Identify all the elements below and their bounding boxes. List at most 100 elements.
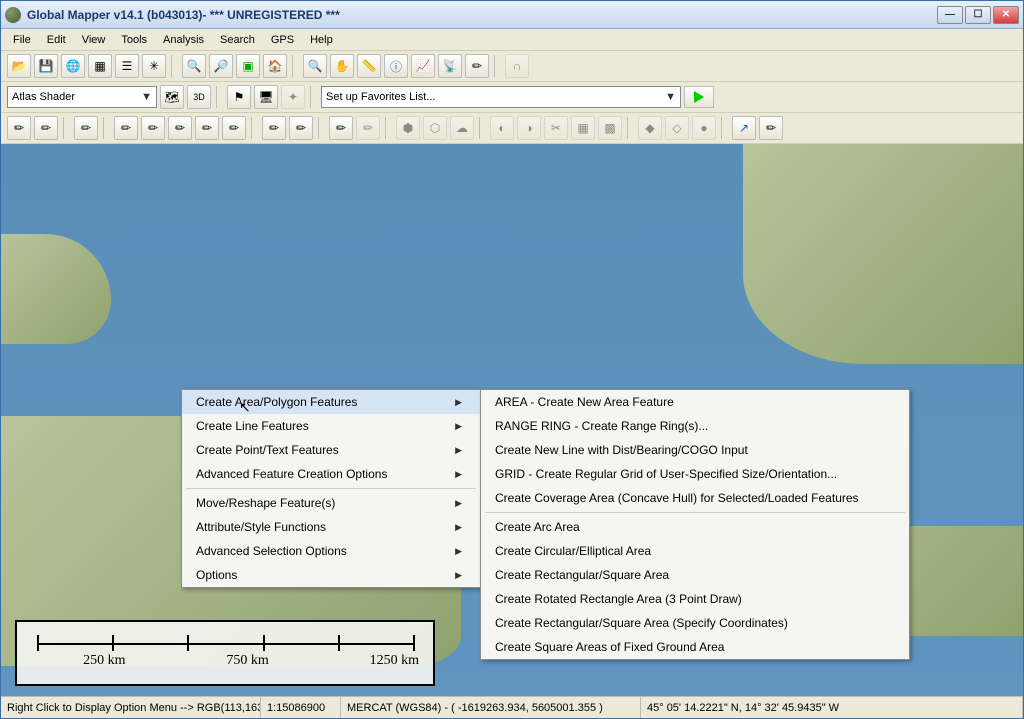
menu-view[interactable]: View <box>74 31 114 49</box>
dig-tool-8[interactable]: ✏ <box>222 116 246 140</box>
save-button[interactable]: 💾 <box>34 54 58 78</box>
ruler-icon: 📏 <box>362 59 377 73</box>
pan-button[interactable]: ✋ <box>330 54 354 78</box>
dig-dis-12: ● <box>692 116 716 140</box>
floppy-icon: 💾 <box>39 59 54 73</box>
minimize-button[interactable]: — <box>937 6 963 24</box>
close-button[interactable]: ✕ <box>993 6 1019 24</box>
3d-button[interactable]: 3D <box>187 85 211 109</box>
sub-square-fixed[interactable]: Create Square Areas of Fixed Ground Area <box>481 635 909 659</box>
zoom-full-button[interactable]: ▣ <box>236 54 260 78</box>
maximize-button[interactable]: ☐ <box>965 6 991 24</box>
ctx-create-point[interactable]: Create Point/Text Features▶ <box>182 438 480 462</box>
submenu-arrow-icon: ▶ <box>455 498 462 509</box>
play-button[interactable] <box>684 86 714 108</box>
sub-rotated-rect[interactable]: Create Rotated Rectangle Area (3 Point D… <box>481 587 909 611</box>
flag-icon: ⚑ <box>234 90 245 104</box>
dig-dis-1: ✏ <box>356 116 380 140</box>
menu-edit[interactable]: Edit <box>39 31 74 49</box>
favorites-value: Set up Favorites List... <box>326 91 435 103</box>
dig-tool-5[interactable]: ✏ <box>141 116 165 140</box>
antenna-icon: 📡 <box>443 59 458 73</box>
monitor-button[interactable]: 🖥 <box>254 85 278 109</box>
ctx-advanced-selection[interactable]: Advanced Selection Options▶ <box>182 539 480 563</box>
open-button[interactable]: 📂 <box>7 54 31 78</box>
monitor-icon: 🖥 <box>258 90 273 104</box>
globe-button[interactable]: 🌐 <box>61 54 85 78</box>
pencil-line-icon: ✏ <box>41 121 51 135</box>
grey-icon: ▦ <box>577 121 588 135</box>
measure-button[interactable]: 📏 <box>357 54 381 78</box>
submenu-arrow-icon: ▶ <box>455 570 462 581</box>
sub-rect-coords[interactable]: Create Rectangular/Square Area (Specify … <box>481 611 909 635</box>
submenu-arrow-icon: ▶ <box>455 421 462 432</box>
dig-tool-1[interactable]: ✏ <box>7 116 31 140</box>
dig-tool-arrow[interactable]: ↗ <box>732 116 756 140</box>
zoom-out-button[interactable]: 🔎 <box>209 54 233 78</box>
ctx-move-reshape[interactable]: Move/Reshape Feature(s)▶ <box>182 491 480 515</box>
dropdown-arrow-icon: ▼ <box>661 91 676 103</box>
land-mass <box>743 144 1023 364</box>
terrain-button[interactable]: 🗺 <box>160 85 184 109</box>
arrow-icon: ↗ <box>739 121 749 135</box>
toolbar-digitize: ✏ ✏ ✏ ✏ ✏ ✏ ✏ ✏ ✏ ✏ ✏ ✏ ⬢ ⬡ ☁ ◐ ◑ ✂ ▦ ▩ … <box>1 113 1023 144</box>
menu-search[interactable]: Search <box>212 31 263 49</box>
dig-tool-last[interactable]: ✏ <box>759 116 783 140</box>
toolbar-shader: Atlas Shader ▼ 🗺 3D ⚑ 🖥 ✦ Set up Favorit… <box>1 82 1023 113</box>
chart-button[interactable]: 📈 <box>411 54 435 78</box>
separator <box>721 117 727 139</box>
menu-file[interactable]: File <box>5 31 39 49</box>
print-button[interactable]: ▦ <box>88 54 112 78</box>
flag-button[interactable]: ⚑ <box>227 85 251 109</box>
grey-icon: ⬢ <box>403 121 413 135</box>
scale-bar: . 250 km . 750 km . 1250 km <box>15 620 435 686</box>
sub-circular[interactable]: Create Circular/Elliptical Area <box>481 539 909 563</box>
dig-tool-6[interactable]: ✏ <box>168 116 192 140</box>
zoom-sel-button[interactable]: 🔍 <box>303 54 327 78</box>
ctx-options[interactable]: Options▶ <box>182 563 480 587</box>
antenna-button[interactable]: 📡 <box>438 54 462 78</box>
layers-button[interactable]: ☰ <box>115 54 139 78</box>
sub-cogo[interactable]: Create New Line with Dist/Bearing/COGO I… <box>481 438 909 462</box>
menu-tools[interactable]: Tools <box>113 31 155 49</box>
dig-tool-11[interactable]: ✏ <box>329 116 353 140</box>
dig-tool-10[interactable]: ✏ <box>289 116 313 140</box>
pencil-button[interactable]: ✏ <box>465 54 489 78</box>
separator <box>103 117 109 139</box>
pencil-rect-icon: ✏ <box>14 121 24 135</box>
menu-separator <box>485 512 905 513</box>
dig-tool-2[interactable]: ✏ <box>34 116 58 140</box>
dig-tool-9[interactable]: ✏ <box>262 116 286 140</box>
sub-range-ring[interactable]: RANGE RING - Create Range Ring(s)... <box>481 414 909 438</box>
sub-area-new[interactable]: AREA - Create New Area Feature <box>481 390 909 414</box>
map-viewport[interactable]: Create Area/Polygon Features▶ Create Lin… <box>1 144 1023 696</box>
dig-tool-3[interactable]: ✏ <box>74 116 98 140</box>
context-submenu: AREA - Create New Area Feature RANGE RIN… <box>480 389 910 660</box>
favorites-combo[interactable]: Set up Favorites List... ▼ <box>321 86 681 108</box>
pencil-circle-icon: ✏ <box>202 121 212 135</box>
sub-coverage[interactable]: Create Coverage Area (Concave Hull) for … <box>481 486 909 510</box>
sub-arc[interactable]: Create Arc Area <box>481 515 909 539</box>
info-button[interactable]: ⓘ <box>384 54 408 78</box>
ctx-create-line[interactable]: Create Line Features▶ <box>182 414 480 438</box>
menu-analysis[interactable]: Analysis <box>155 31 212 49</box>
dig-tool-7[interactable]: ✏ <box>195 116 219 140</box>
ctx-advanced-creation[interactable]: Advanced Feature Creation Options▶ <box>182 462 480 486</box>
shader-combo[interactable]: Atlas Shader ▼ <box>7 86 157 108</box>
dig-tool-4[interactable]: ✏ <box>114 116 138 140</box>
home-button[interactable]: 🏠 <box>263 54 287 78</box>
menu-gps[interactable]: GPS <box>263 31 302 49</box>
dig-dis-4: ☁ <box>450 116 474 140</box>
sub-grid[interactable]: GRID - Create Regular Grid of User-Speci… <box>481 462 909 486</box>
land-mass <box>1 234 111 344</box>
menu-help[interactable]: Help <box>302 31 341 49</box>
scale-line <box>37 643 413 645</box>
ctx-attribute-style[interactable]: Attribute/Style Functions▶ <box>182 515 480 539</box>
pencil-code-icon: ✏ <box>175 121 185 135</box>
shader-value: Atlas Shader <box>12 91 75 103</box>
status-coords: 45° 05' 14.2221" N, 14° 32' 45.9435" W <box>641 697 1023 718</box>
zoom-in-button[interactable]: 🔍 <box>182 54 206 78</box>
config-button[interactable]: ✳ <box>142 54 166 78</box>
ctx-create-area[interactable]: Create Area/Polygon Features▶ <box>182 390 480 414</box>
sub-rectangular[interactable]: Create Rectangular/Square Area <box>481 563 909 587</box>
